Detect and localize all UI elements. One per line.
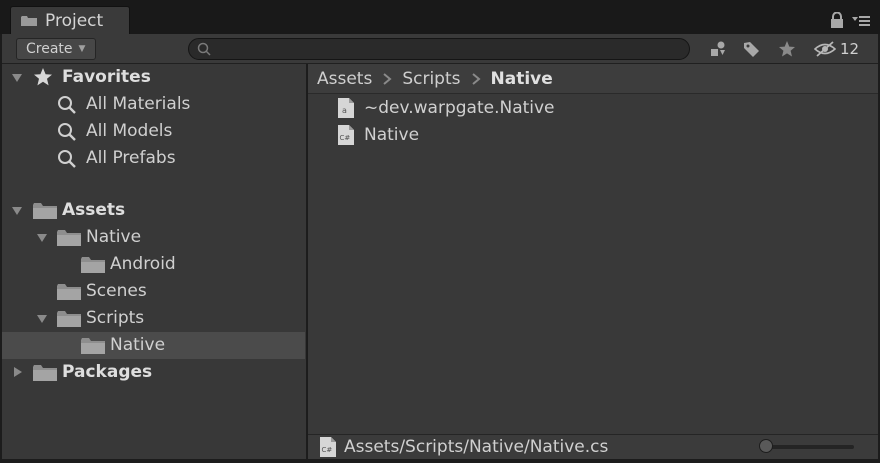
svg-text:a: a bbox=[342, 106, 347, 115]
lock-icon[interactable] bbox=[830, 12, 844, 28]
favorites-filter-button[interactable] bbox=[774, 38, 800, 60]
shapes-filter-icon bbox=[711, 41, 725, 56]
svg-text:C#: C# bbox=[340, 134, 351, 142]
tree-item-all-materials[interactable]: All Materials bbox=[2, 91, 305, 118]
asmdef-icon: a bbox=[338, 98, 354, 118]
tree-label: Android bbox=[110, 254, 176, 274]
tree-label: Favorites bbox=[62, 67, 151, 87]
star-icon bbox=[34, 68, 52, 86]
search-input[interactable] bbox=[215, 40, 679, 60]
create-label: Create bbox=[26, 41, 73, 57]
eye-slash-icon bbox=[814, 41, 836, 57]
breadcrumb-item-native[interactable]: Native bbox=[491, 69, 553, 89]
search-field[interactable] bbox=[188, 38, 690, 60]
search-by-type-button[interactable] bbox=[705, 38, 731, 60]
expand-arrow-icon[interactable] bbox=[12, 73, 22, 83]
breadcrumb-item-scripts[interactable]: Scripts bbox=[402, 69, 460, 89]
project-window: Project Create ▼ 12 Favorites All Materi… bbox=[0, 0, 880, 463]
selected-asset-path: Assets/Scripts/Native/Native.cs bbox=[344, 437, 609, 457]
search-icon bbox=[197, 42, 211, 56]
tree-label: All Models bbox=[86, 121, 173, 141]
tree-item-android[interactable]: Android bbox=[2, 251, 305, 278]
tree-item-scenes[interactable]: Scenes bbox=[2, 278, 305, 305]
tree-label: Scenes bbox=[86, 281, 147, 301]
tab-project[interactable]: Project bbox=[10, 6, 130, 34]
chevron-right-icon bbox=[383, 72, 392, 85]
tree-item-native[interactable]: Native bbox=[2, 224, 305, 251]
icon-size-slider-track[interactable] bbox=[764, 445, 854, 449]
search-icon bbox=[58, 96, 76, 114]
list-item-asmdef[interactable]: a ~dev.warpgate.Native bbox=[338, 95, 555, 121]
tree-label: Scripts bbox=[86, 308, 145, 328]
folder-icon bbox=[33, 203, 57, 219]
file-label: ~dev.warpgate.Native bbox=[364, 98, 555, 118]
create-dropdown-button[interactable]: Create ▼ bbox=[16, 38, 96, 60]
hidden-count: 12 bbox=[840, 40, 860, 58]
tree-item-scripts-native[interactable]: Native bbox=[2, 332, 305, 359]
tree-item-scripts[interactable]: Scripts bbox=[2, 305, 305, 332]
tree-label: Native bbox=[86, 227, 142, 247]
tree-item-assets[interactable]: Assets bbox=[2, 197, 305, 224]
folder-icon bbox=[57, 230, 81, 246]
folder-tree-panel: Favorites All Materials All Models All P… bbox=[2, 64, 307, 459]
tree-label: Assets bbox=[62, 200, 126, 220]
csharp-script-icon: C# bbox=[338, 125, 354, 145]
tree-label: All Prefabs bbox=[86, 148, 176, 168]
breadcrumb-item-assets[interactable]: Assets bbox=[317, 69, 372, 89]
folder-icon bbox=[21, 15, 37, 26]
project-toolbar: Create ▼ 12 bbox=[2, 34, 878, 64]
collapse-arrow-icon[interactable] bbox=[13, 367, 23, 377]
asset-list-panel: Assets Scripts Native a ~dev.warpgate.Na… bbox=[308, 64, 878, 459]
star-icon bbox=[779, 41, 795, 57]
hidden-packages-toggle[interactable]: 12 bbox=[814, 38, 870, 60]
tag-icon bbox=[744, 42, 759, 57]
tab-label: Project bbox=[45, 10, 104, 31]
tree-item-all-prefabs[interactable]: All Prefabs bbox=[2, 145, 305, 172]
search-icon bbox=[58, 150, 76, 168]
search-by-label-button[interactable] bbox=[739, 38, 765, 60]
file-label: Native bbox=[364, 125, 420, 145]
folder-icon bbox=[57, 284, 81, 300]
chevron-right-icon bbox=[471, 72, 481, 85]
tree-item-packages[interactable]: Packages bbox=[2, 359, 305, 386]
csharp-script-icon: C# bbox=[320, 437, 336, 457]
window-menu-icon[interactable] bbox=[852, 14, 870, 26]
svg-text:C#: C# bbox=[322, 446, 333, 454]
folder-icon bbox=[57, 311, 81, 327]
tree-label: Packages bbox=[62, 362, 153, 382]
breadcrumb: Assets Scripts Native bbox=[308, 64, 878, 94]
icon-size-slider-handle[interactable] bbox=[759, 439, 773, 453]
folder-icon bbox=[81, 338, 105, 354]
folder-icon bbox=[81, 257, 105, 273]
folder-icon bbox=[33, 365, 57, 381]
tree-item-all-models[interactable]: All Models bbox=[2, 118, 305, 145]
status-bar: C# Assets/Scripts/Native/Native.cs bbox=[308, 434, 878, 459]
tree-label: All Materials bbox=[86, 94, 191, 114]
search-icon bbox=[58, 123, 76, 141]
list-item-native-script[interactable]: C# Native bbox=[338, 122, 419, 148]
tree-item-favorites[interactable]: Favorites bbox=[2, 64, 305, 91]
expand-arrow-icon[interactable] bbox=[37, 314, 47, 324]
tree-label: Native bbox=[110, 335, 166, 355]
expand-arrow-icon[interactable] bbox=[37, 233, 47, 243]
caret-down-icon: ▼ bbox=[78, 44, 86, 54]
tab-bar: Project bbox=[0, 0, 880, 34]
expand-arrow-icon[interactable] bbox=[12, 206, 22, 216]
